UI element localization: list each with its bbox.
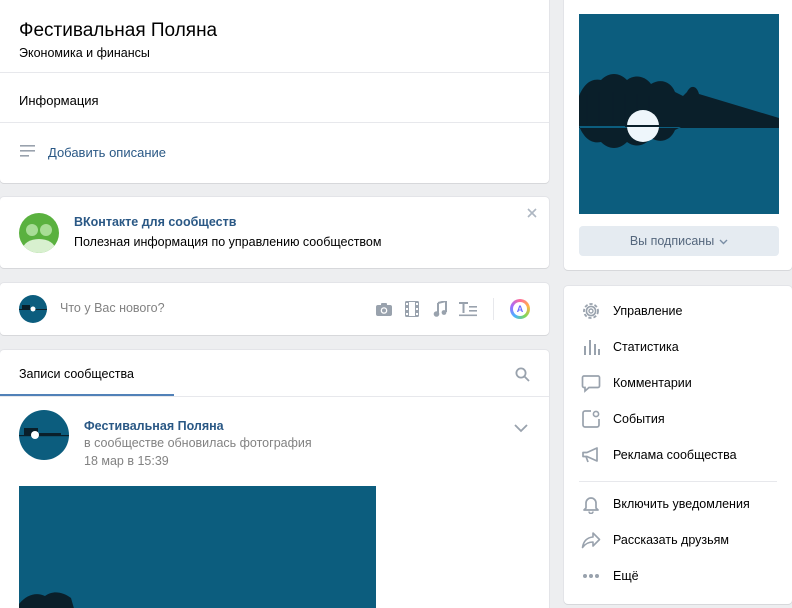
post-photo[interactable] <box>19 486 376 608</box>
tab-label: Записи сообщества <box>19 367 134 381</box>
more-icon <box>580 565 602 587</box>
info-section-label: Информация <box>19 93 99 108</box>
group-category: Экономика и финансы <box>19 46 150 60</box>
menu-item-label: Включить уведомления <box>613 497 750 511</box>
tab-community-posts[interactable]: Записи сообщества <box>0 350 174 396</box>
menu-item-notifications[interactable]: Включить уведомления <box>564 488 792 520</box>
comment-icon <box>580 372 602 394</box>
group-cover-card: Вы подписаны <box>564 0 792 270</box>
events-icon <box>580 408 602 430</box>
avatar[interactable] <box>19 410 69 460</box>
menu-item-label: Комментарии <box>613 376 692 390</box>
art-palette-icon[interactable]: A <box>510 299 530 319</box>
menu-item-more[interactable]: Ещё <box>564 560 792 592</box>
post-composer: Что у Вас нового? A <box>0 283 549 335</box>
vk-communities-card: ВКонтакте для сообществ Полезная информа… <box>0 197 549 268</box>
menu-item-label: Рассказать друзьям <box>613 533 730 547</box>
menu-item-ads[interactable]: Реклама сообщества <box>564 439 792 471</box>
stats-icon <box>580 336 602 358</box>
close-icon[interactable] <box>525 207 539 221</box>
megaphone-icon <box>580 444 602 466</box>
menu-item-comments[interactable]: Комментарии <box>564 367 792 399</box>
chevron-down-icon <box>719 234 728 248</box>
share-icon <box>580 529 602 551</box>
vk-communities-link[interactable]: ВКонтакте для сообществ <box>74 215 236 229</box>
video-icon[interactable] <box>403 299 421 319</box>
menu-item-label: Ещё <box>613 569 639 583</box>
camera-icon[interactable] <box>375 299 393 319</box>
vk-communities-logo <box>19 213 59 253</box>
bell-icon <box>580 493 602 515</box>
community-posts-card: Записи сообщества Фестивальная Поляна в … <box>0 350 549 608</box>
group-header-card: Фестивальная Поляна Экономика и финансы … <box>0 0 549 183</box>
add-description-label: Добавить описание <box>48 145 166 160</box>
menu-item-share[interactable]: Рассказать друзьям <box>564 524 792 556</box>
post-action-text: в сообществе обновилась фотография <box>84 436 312 450</box>
new-post-input[interactable]: Что у Вас нового? <box>60 301 165 315</box>
search-icon[interactable] <box>515 367 530 387</box>
divider <box>0 122 549 123</box>
menu-item-statistics[interactable]: Статистика <box>564 331 792 363</box>
music-icon[interactable] <box>431 299 449 319</box>
menu-item-events[interactable]: События <box>564 403 792 435</box>
menu-item-label: Реклама сообщества <box>613 448 737 462</box>
page-title: Фестивальная Поляна <box>19 20 218 41</box>
menu-item-label: События <box>613 412 665 426</box>
post-date[interactable]: 18 мар в 15:39 <box>84 454 169 468</box>
vk-communities-text: Полезная информация по управлению сообще… <box>74 235 382 249</box>
composer-toolbar: A <box>375 298 530 320</box>
subscribed-button-label: Вы подписаны <box>629 234 715 248</box>
group-avatar-image[interactable] <box>579 14 779 214</box>
menu-item-manage[interactable]: Управление <box>564 295 792 327</box>
chevron-down-icon[interactable] <box>514 420 528 438</box>
post-author-link[interactable]: Фестивальная Поляна <box>84 419 224 433</box>
group-actions-menu: Управление Статистика Комментарии Событи… <box>564 286 792 604</box>
menu-item-label: Статистика <box>613 340 679 354</box>
menu-item-label: Управление <box>613 304 683 318</box>
divider <box>579 481 777 482</box>
divider <box>0 72 549 73</box>
article-icon[interactable] <box>459 299 477 319</box>
text-lines-icon <box>19 144 36 161</box>
add-description-link[interactable]: Добавить описание <box>19 144 166 161</box>
divider <box>493 298 494 320</box>
subscribed-button[interactable]: Вы подписаны <box>579 226 779 256</box>
avatar <box>19 295 47 323</box>
divider <box>0 396 549 397</box>
gear-icon <box>580 300 602 322</box>
